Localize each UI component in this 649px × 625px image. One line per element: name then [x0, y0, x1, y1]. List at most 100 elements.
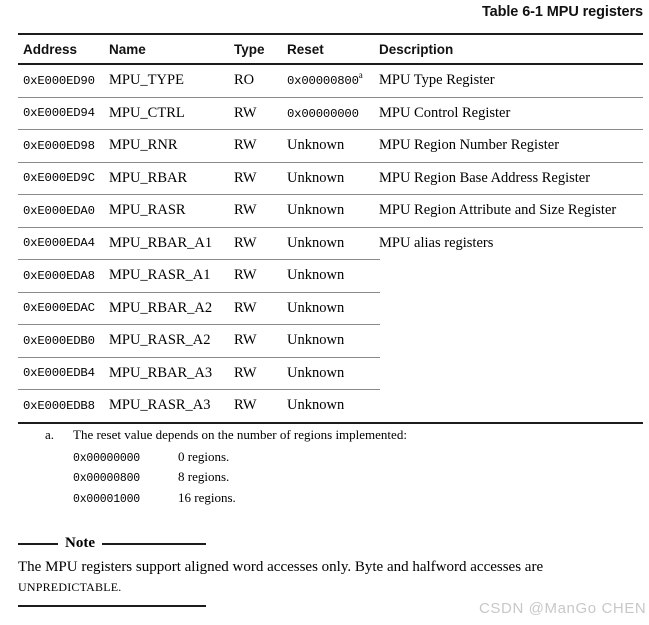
- table-body: 0xE000ED90 MPU_TYPE RO 0x00000800a MPU Type …: [18, 65, 643, 422]
- cell-name: MPU_RBAR_A3: [109, 364, 213, 381]
- document-page: Table 6-1 MPU registers Address Name Typ…: [0, 0, 649, 625]
- cell-description: MPU alias registers: [379, 234, 494, 251]
- cell-type: RW: [234, 332, 257, 349]
- note-body-line1: The MPU registers support aligned word a…: [18, 559, 544, 575]
- footnote-value-label: 0 regions.: [178, 448, 230, 464]
- column-header-reset: Reset: [287, 41, 324, 57]
- cell-reset-value: Unknown: [287, 202, 345, 219]
- cell-type: RW: [234, 397, 257, 414]
- footnote-value-row: 0x00001000 16 regions.: [18, 490, 643, 506]
- cell-name: MPU_TYPE: [109, 72, 184, 89]
- cell-name: MPU_CTRL: [109, 104, 185, 121]
- cell-reset: Unknown: [287, 202, 379, 219]
- table-row: 0xE000EDA8 MPU_RASR_A1 RW Unknown: [18, 260, 643, 292]
- cell-reset-value: 0x00000000: [287, 106, 359, 121]
- note-block: Note The MPU registers support aligned w…: [18, 533, 643, 607]
- cell-reset: Unknown: [287, 267, 379, 284]
- footnote-value-label: 16 regions.: [178, 489, 236, 505]
- cell-type: RW: [234, 169, 257, 186]
- cell-type: RW: [234, 299, 257, 316]
- table-row: 0xE000ED98 MPU_RNR RW Unknown MPU Region Num…: [18, 130, 643, 162]
- table-row: 0xE000EDB4 MPU_RBAR_A3 RW Unknown: [18, 358, 643, 390]
- table-row: 0xE000ED94 MPU_CTRL RW 0x00000000 MPU Contro…: [18, 98, 643, 130]
- cell-type: RW: [234, 267, 257, 284]
- footnote-value-list: 0x00000000 0 regions. 0x00000800 8 regions.…: [18, 449, 643, 506]
- cell-reset: Unknown: [287, 332, 379, 349]
- cell-description: MPU Type Register: [379, 72, 495, 89]
- cell-name: MPU_RNR: [109, 137, 178, 154]
- cell-reset: Unknown: [287, 235, 379, 252]
- cell-address: 0xE000EDA0: [23, 203, 95, 218]
- cell-address: 0xE000EDB4: [23, 366, 95, 381]
- cell-reset-footnote-marker: a: [358, 70, 363, 81]
- cell-reset-value: Unknown: [287, 169, 345, 186]
- cell-name: MPU_RASR_A3: [109, 397, 211, 414]
- cell-address: 0xE000EDB8: [23, 398, 95, 413]
- cell-name: MPU_RBAR_A1: [109, 234, 213, 251]
- table-caption: Table 6-1 MPU registers: [481, 4, 643, 20]
- cell-reset-value: Unknown: [287, 299, 345, 316]
- cell-address: 0xE000EDB0: [23, 333, 95, 348]
- cell-name: MPU_RBAR_A2: [109, 299, 213, 316]
- cell-address: 0xE000ED9C: [23, 171, 95, 186]
- note-body: The MPU registers support aligned word a…: [18, 558, 618, 598]
- cell-address: 0xE000ED94: [23, 106, 95, 121]
- table-row: 0xE000EDAC MPU_RBAR_A2 RW Unknown: [18, 293, 643, 325]
- cell-type: RW: [234, 104, 257, 121]
- cell-address: 0xE000EDA8: [23, 268, 95, 283]
- table-row: 0xE000EDB0 MPU_RASR_A2 RW Unknown: [18, 325, 643, 357]
- cell-reset: Unknown: [287, 365, 379, 382]
- column-header-type: Type: [234, 41, 265, 57]
- table-row: 0xE000EDB8 MPU_RASR_A3 RW Unknown: [18, 390, 643, 422]
- footnote-text: The reset value depends on the number of…: [73, 427, 407, 442]
- column-header-address: Address: [23, 41, 78, 57]
- table-row: 0xE000EDA0 MPU_RASR RW Unknown MPU Region At…: [18, 195, 643, 227]
- cell-reset-value: Unknown: [287, 267, 345, 284]
- cell-type: RW: [234, 202, 257, 219]
- cell-reset-value: Unknown: [287, 234, 345, 251]
- column-header-description: Description: [379, 41, 454, 57]
- cell-reset-value: Unknown: [287, 332, 345, 349]
- cell-reset: Unknown: [287, 300, 379, 317]
- mpu-registers-table: Address Name Type Reset Description 0xE0…: [18, 33, 643, 424]
- note-heading: Note: [18, 533, 206, 553]
- footnote-value: 0x00000800: [73, 472, 141, 485]
- cell-reset: 0x00000000: [287, 105, 379, 122]
- table-header-row: Address Name Type Reset Description: [18, 35, 643, 63]
- cell-address: 0xE000ED90: [23, 73, 95, 88]
- footnote-value-row: 0x00000800 8 regions.: [18, 469, 643, 485]
- cell-address: 0xE000EDAC: [23, 301, 95, 316]
- cell-address: 0xE000ED98: [23, 138, 95, 153]
- footnote-primary-line: a. The reset value depends on the number…: [18, 427, 643, 443]
- cell-reset-value: Unknown: [287, 397, 345, 414]
- cell-type: RW: [234, 137, 257, 154]
- cell-type: RW: [234, 234, 257, 251]
- table-row: 0xE000EDA4 MPU_RBAR_A1 RW Unknown MPU alias …: [18, 228, 643, 260]
- footnote-value-row: 0x00000000 0 regions.: [18, 449, 643, 465]
- table-row: 0xE000ED9C MPU_RBAR RW Unknown MPU Region Ba…: [18, 163, 643, 195]
- cell-reset-value: 0x00000800: [287, 74, 359, 89]
- cell-name: MPU_RASR_A2: [109, 332, 211, 349]
- note-label: Note: [65, 534, 95, 551]
- cell-name: MPU_RASR_A1: [109, 267, 211, 284]
- cell-description: MPU Control Register: [379, 104, 511, 121]
- cell-name: MPU_RASR: [109, 202, 186, 219]
- cell-reset: 0x00000800a: [287, 70, 379, 89]
- cell-reset-value: Unknown: [287, 364, 345, 381]
- cell-type: RW: [234, 364, 257, 381]
- watermark: CSDN @ManGo CHEN: [479, 600, 647, 617]
- cell-reset: Unknown: [287, 397, 379, 414]
- cell-description: MPU Region Attribute and Size Register: [379, 202, 617, 219]
- note-rule-right: [102, 543, 206, 545]
- column-header-name: Name: [109, 41, 146, 57]
- cell-reset: Unknown: [287, 170, 379, 187]
- cell-description: MPU Region Number Register: [379, 137, 560, 154]
- table-row: 0xE000ED90 MPU_TYPE RO 0x00000800a MPU Type …: [18, 65, 643, 97]
- footnote-value: 0x00000000: [73, 451, 141, 465]
- cell-address: 0xE000EDA4: [23, 236, 95, 251]
- table-footnote: a. The reset value depends on the number…: [18, 427, 643, 510]
- cell-name: MPU_RBAR: [109, 169, 188, 186]
- note-body-line2: UNPREDICTABLE.: [18, 579, 122, 594]
- footnote-marker: a.: [45, 427, 55, 442]
- cell-reset-value: Unknown: [287, 137, 345, 154]
